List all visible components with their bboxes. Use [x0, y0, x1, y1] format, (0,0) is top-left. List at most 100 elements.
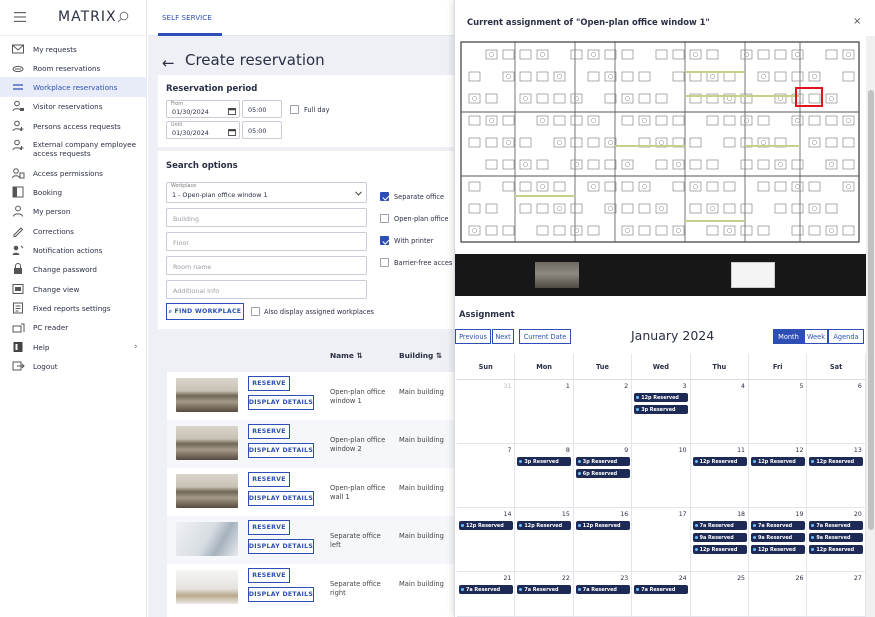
reservation-event[interactable]: 12p Reserved: [517, 521, 572, 530]
from-date-field[interactable]: From 01/30/2024: [166, 100, 240, 118]
back-arrow-icon[interactable]: ←: [162, 54, 175, 72]
with-printer-checkbox[interactable]: [380, 236, 389, 245]
reservation-event[interactable]: 9a Reserved: [809, 533, 864, 542]
search-icon[interactable]: [117, 11, 129, 23]
floor-input[interactable]: Floor: [166, 232, 367, 251]
thumbnail-office-photo[interactable]: [535, 262, 579, 288]
calendar-day-cell[interactable]: 22 7a Reserved: [515, 572, 574, 617]
tab-self-service[interactable]: SELF SERVICE: [162, 13, 212, 22]
until-date-field[interactable]: Until 01/30/2024: [166, 121, 240, 139]
reservation-event[interactable]: 12p Reserved: [459, 521, 513, 530]
sidebar-item-pc-reader[interactable]: PC reader: [0, 317, 147, 337]
calendar-day-cell[interactable]: 24 7a Reserved: [632, 572, 691, 617]
sidebar-item-my-requests[interactable]: My requests: [0, 39, 147, 59]
column-header-name[interactable]: Name ⇅: [330, 351, 363, 360]
floor-plan-image[interactable]: [455, 36, 866, 246]
reservation-event[interactable]: 12p Reserved: [809, 545, 864, 554]
find-workplace-button[interactable]: ⌕ FIND WORKPLACE: [166, 303, 244, 320]
sidebar-item-change-password[interactable]: Change password: [0, 259, 147, 279]
reservation-event[interactable]: 12p Reserved: [751, 457, 805, 466]
calendar-day-cell[interactable]: 17: [632, 508, 691, 572]
reservation-event[interactable]: 7a Reserved: [575, 585, 630, 594]
calendar-next-button[interactable]: Next: [492, 329, 514, 344]
calendar-day-cell[interactable]: 10: [632, 444, 691, 508]
reserve-button[interactable]: RESERVE: [248, 568, 290, 583]
sidebar-item-persons-access-requests[interactable]: Persons access requests: [0, 116, 147, 136]
calendar-day-cell[interactable]: 8 3p Reserved: [515, 444, 574, 508]
reservation-event[interactable]: 12p Reserved: [809, 457, 864, 466]
sidebar-item-booking[interactable]: Booking: [0, 182, 147, 202]
calendar-day-cell[interactable]: 19 7a Reserved 9a Reserved 12p Reserved: [749, 508, 808, 572]
reservation-event[interactable]: 12p Reserved: [634, 393, 689, 402]
thumbnail-floor-plan[interactable]: [731, 262, 775, 288]
display-details-button[interactable]: DISPLAY DETAILS: [248, 395, 314, 410]
display-details-button[interactable]: DISPLAY DETAILS: [248, 443, 314, 458]
sidebar-item-logout[interactable]: Logout: [0, 356, 147, 376]
reserve-button[interactable]: RESERVE: [248, 424, 290, 439]
reservation-event[interactable]: 9a Reserved: [751, 533, 805, 542]
reservation-event[interactable]: 7a Reserved: [634, 585, 689, 594]
sidebar-item-fixed-reports-settings[interactable]: Fixed reports settings: [0, 298, 147, 318]
reservation-event[interactable]: 12p Reserved: [692, 457, 747, 466]
display-details-button[interactable]: DISPLAY DETAILS: [248, 539, 314, 554]
calendar-day-cell[interactable]: 2: [573, 380, 633, 444]
calendar-view-week[interactable]: Week: [804, 329, 828, 344]
reservation-event[interactable]: 7a Reserved: [459, 585, 513, 594]
calendar-day-cell[interactable]: 26: [749, 572, 808, 617]
reservation-event[interactable]: 12p Reserved: [575, 521, 630, 530]
sidebar-item-corrections[interactable]: Corrections: [0, 221, 147, 241]
calendar-day-cell[interactable]: 27: [807, 572, 866, 617]
separate-office-checkbox[interactable]: [380, 192, 389, 201]
reservation-event[interactable]: 12p Reserved: [692, 545, 747, 554]
calendar-view-agenda[interactable]: Agenda: [828, 329, 864, 344]
reservation-event[interactable]: 7a Reserved: [751, 521, 805, 530]
barrier-free-checkbox[interactable]: [380, 258, 389, 267]
display-details-button[interactable]: DISPLAY DETAILS: [248, 491, 314, 506]
sidebar-item-help[interactable]: Help ›: [0, 337, 147, 357]
reservation-event[interactable]: 6p Reserved: [575, 469, 630, 478]
sidebar-item-change-view[interactable]: Change view: [0, 279, 147, 299]
reservation-event[interactable]: 3p Reserved: [517, 457, 572, 466]
sidebar-item-access-permissions[interactable]: Access permissions: [0, 163, 147, 183]
calendar-day-cell[interactable]: 16 12p Reserved: [573, 508, 633, 572]
reservation-event[interactable]: 7a Reserved: [809, 521, 864, 530]
calendar-day-cell[interactable]: 18 7a Reserved 9a Reserved 12p Reserved: [690, 508, 749, 572]
hamburger-menu-icon[interactable]: [14, 12, 26, 22]
sidebar-item-visitor-reservations[interactable]: Visitor reservations: [0, 96, 147, 116]
workplace-select[interactable]: Workplace 1 - Open-plan office window 1: [166, 182, 367, 203]
calendar-previous-button[interactable]: Previous: [455, 329, 491, 344]
sidebar-item-workplace-reservations[interactable]: Workplace reservations: [0, 77, 147, 97]
reservation-event[interactable]: 3p Reserved: [634, 405, 689, 414]
calendar-day-cell[interactable]: 5: [749, 380, 808, 444]
calendar-day-cell[interactable]: 20 7a Reserved 9a Reserved 12p Reserved: [807, 508, 866, 572]
calendar-day-cell[interactable]: 15 12p Reserved: [515, 508, 574, 572]
calendar-day-cell[interactable]: 1: [515, 380, 574, 444]
building-input[interactable]: Building: [166, 208, 367, 227]
reservation-event[interactable]: 7a Reserved: [517, 585, 572, 594]
additional-info-input[interactable]: Additional info: [166, 280, 367, 299]
calendar-day-cell[interactable]: 13 12p Reserved: [807, 444, 866, 508]
sidebar-item-my-person[interactable]: My person: [0, 201, 147, 221]
display-assigned-checkbox[interactable]: [251, 307, 260, 316]
sidebar-item-external-company-employee-access-requests[interactable]: External company employee access request…: [0, 135, 147, 163]
calendar-day-cell[interactable]: 7: [457, 444, 516, 508]
calendar-day-cell[interactable]: 6: [807, 380, 866, 444]
calendar-view-month[interactable]: Month: [773, 329, 804, 344]
calendar-icon[interactable]: [228, 128, 236, 136]
display-details-button[interactable]: DISPLAY DETAILS: [248, 587, 314, 602]
until-time-field[interactable]: 05:00: [242, 121, 282, 139]
close-icon[interactable]: ×: [853, 16, 861, 27]
column-header-building[interactable]: Building ⇅: [399, 351, 442, 360]
calendar-day-cell[interactable]: 31: [457, 380, 516, 444]
calendar-day-cell[interactable]: 3 12p Reserved 3p Reserved: [632, 380, 691, 444]
reservation-event[interactable]: 3p Reserved: [575, 457, 630, 466]
reserve-button[interactable]: RESERVE: [248, 472, 290, 487]
panel-scrollbar-thumb[interactable]: [868, 90, 874, 530]
from-time-field[interactable]: 05:00: [242, 100, 282, 118]
chevron-down-icon[interactable]: [355, 191, 362, 196]
full-day-checkbox[interactable]: [290, 105, 299, 114]
reservation-event[interactable]: 7a Reserved: [692, 521, 747, 530]
calendar-day-cell[interactable]: 9 3p Reserved 6p Reserved: [573, 444, 633, 508]
calendar-day-cell[interactable]: 14 12p Reserved: [457, 508, 516, 572]
calendar-day-cell[interactable]: 11 12p Reserved: [690, 444, 749, 508]
